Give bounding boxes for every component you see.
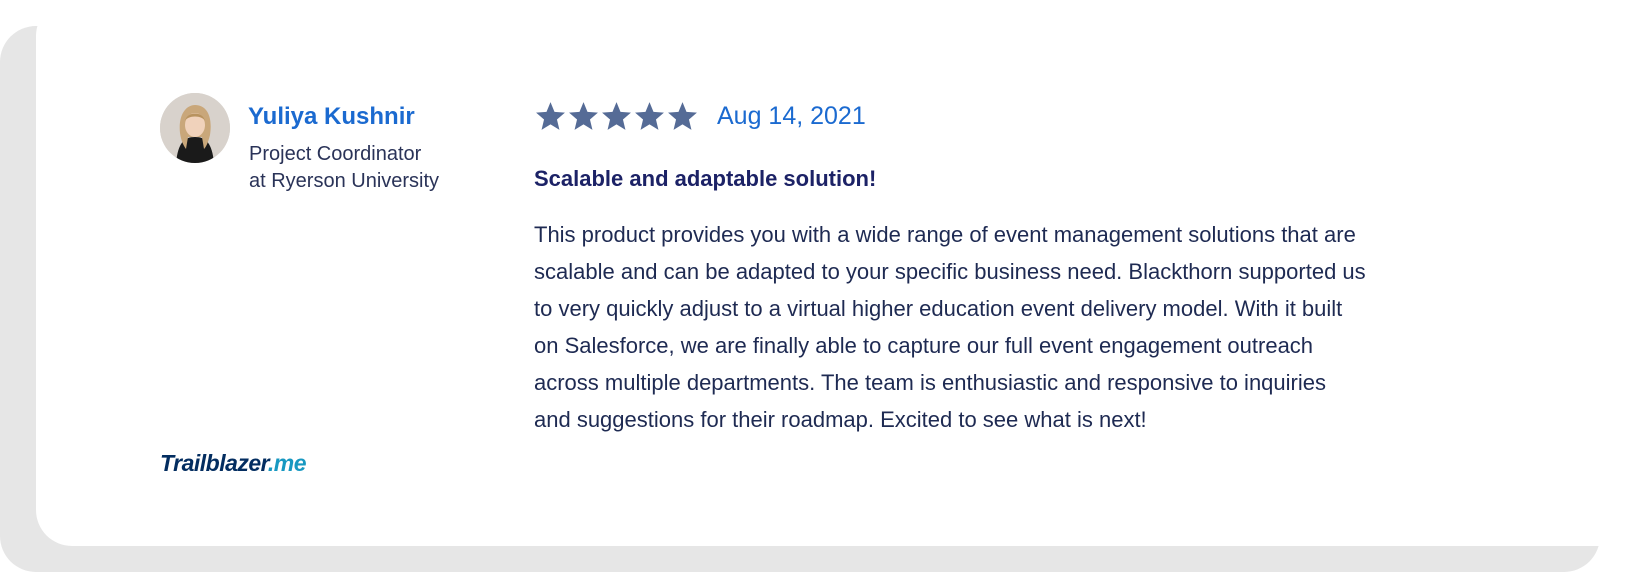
reviewer-role-org: at Ryerson University bbox=[249, 170, 440, 192]
reviewer-role-title: Project Coordinator bbox=[249, 143, 422, 165]
logo-brand-text: Trailblazer bbox=[160, 450, 268, 476]
review-body-line: to very quickly adjust to a virtual high… bbox=[534, 296, 1343, 321]
review-date: Aug 14, 2021 bbox=[717, 102, 866, 130]
review-title: Scalable and adaptable solution! bbox=[534, 166, 877, 191]
rating-row: Aug 14, 2021 bbox=[534, 100, 866, 133]
avatar-photo-icon bbox=[160, 93, 230, 163]
review-body-line: and suggestions for their roadmap. Excit… bbox=[534, 407, 1147, 432]
star-icon bbox=[602, 102, 631, 130]
star-rating bbox=[534, 100, 699, 133]
reviewer-role: Project Coordinator at Ryerson Universit… bbox=[249, 141, 439, 195]
review-body-line: scalable and can be adapted to your spec… bbox=[534, 259, 1366, 284]
review-card: Yuliya Kushnir Project Coordinator at Ry… bbox=[36, 0, 1636, 546]
star-icon bbox=[635, 102, 664, 130]
review-body-line: across multiple departments. The team is… bbox=[534, 370, 1326, 395]
reviewer-avatar bbox=[160, 93, 230, 163]
star-icon bbox=[569, 102, 598, 130]
trailblazer-logo[interactable]: Trailblazer.me bbox=[160, 450, 307, 477]
star-icon bbox=[668, 102, 697, 130]
review-body-line: on Salesforce, we are finally able to ca… bbox=[534, 333, 1314, 358]
logo-tld-text: .me bbox=[267, 450, 307, 476]
star-icon bbox=[536, 102, 565, 130]
review-body-line: This product provides you with a wide ra… bbox=[534, 222, 1356, 247]
review-body: This product provides you with a wide ra… bbox=[534, 216, 1494, 438]
review-stage: Yuliya Kushnir Project Coordinator at Ry… bbox=[0, 0, 1636, 572]
reviewer-name: Yuliya Kushnir bbox=[248, 103, 415, 130]
